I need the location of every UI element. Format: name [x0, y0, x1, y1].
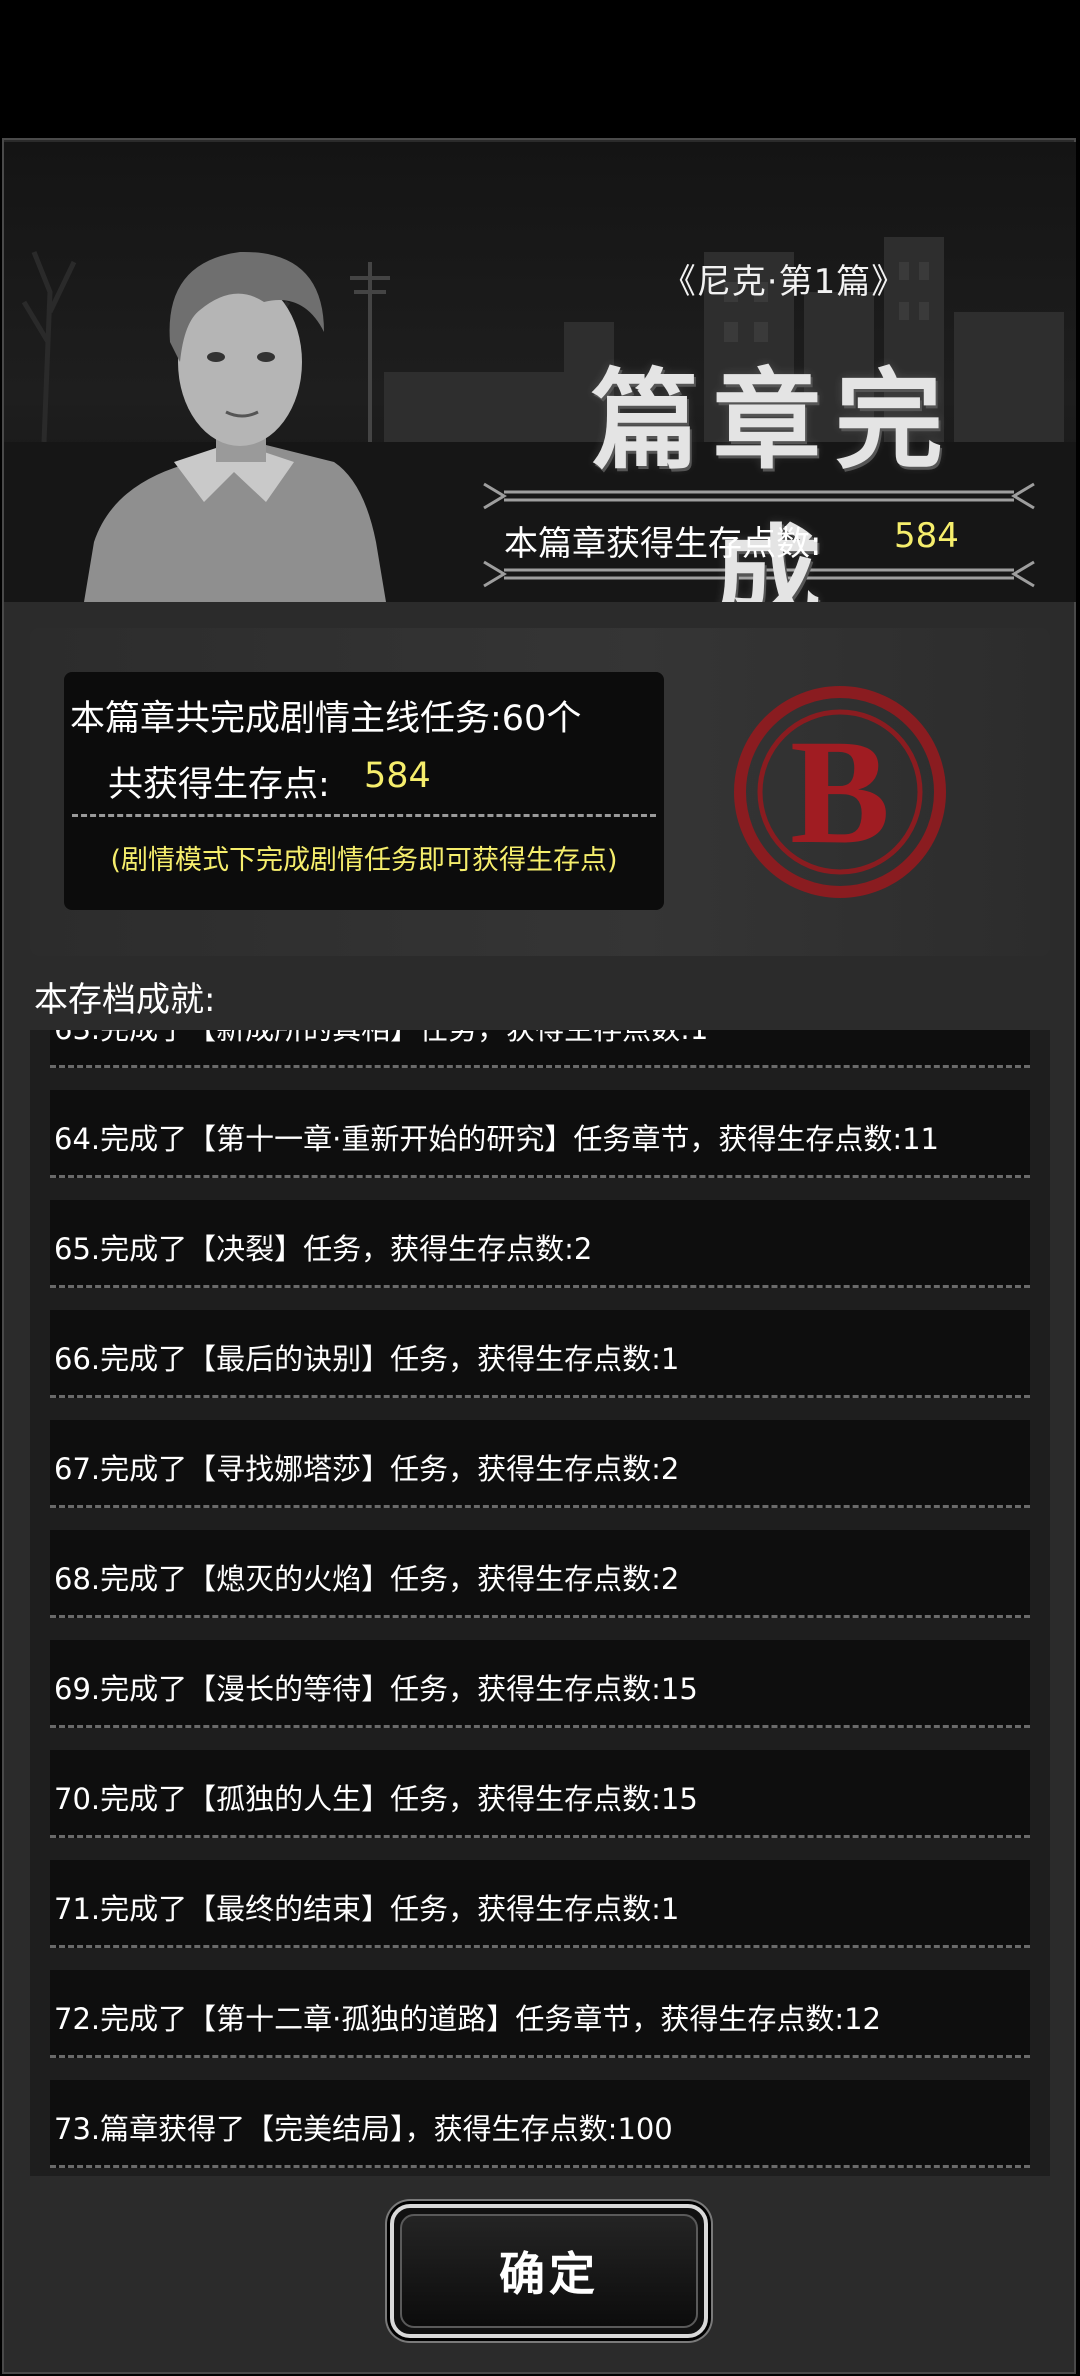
- chapter-points-row: 本篇章获得生存点数: 584: [504, 510, 964, 566]
- achievement-text: 65.完成了【决裂】任务，获得生存点数:2: [54, 1232, 593, 1266]
- summary-card: 本篇章共完成剧情主线任务:60个 共获得生存点: 584 (剧情模式下完成剧情任…: [30, 628, 1050, 956]
- mission-count-text: 本篇章共完成剧情主线任务:60个: [70, 699, 582, 739]
- list-item: 67.完成了【寻找娜塔莎】任务，获得生存点数:2: [50, 1420, 1030, 1508]
- chapter-points-value: 584: [894, 516, 959, 556]
- character-portrait: [84, 251, 386, 602]
- summary-box: 本篇章共完成剧情主线任务:60个 共获得生存点: 584 (剧情模式下完成剧情任…: [64, 672, 664, 910]
- achievement-text: 70.完成了【孤独的人生】任务，获得生存点数:15: [54, 1782, 698, 1816]
- achievement-text: 67.完成了【寻找娜塔莎】任务，获得生存点数:2: [54, 1452, 680, 1486]
- list-item: 63.完成了【新成所的真相】任务，获得生存点数:1: [50, 1030, 1030, 1068]
- total-points-label: 共获得生存点:: [108, 765, 330, 805]
- achievement-text: 69.完成了【漫长的等待】任务，获得生存点数:15: [54, 1672, 698, 1706]
- chapter-points-label: 本篇章获得生存点数:: [504, 524, 822, 564]
- dashed-divider: [72, 814, 656, 817]
- list-item: 66.完成了【最后的诀别】任务，获得生存点数:1: [50, 1310, 1030, 1398]
- list-item: 68.完成了【熄灭的火焰】任务，获得生存点数:2: [50, 1530, 1030, 1618]
- list-item: 64.完成了【第十一章·重新开始的研究】任务章节，获得生存点数:11: [50, 1090, 1030, 1178]
- achievement-text: 66.完成了【最后的诀别】任务，获得生存点数:1: [54, 1342, 680, 1376]
- chapter-complete-screen: 《尼克·第1篇》 篇章完成 本篇章获得生存点数: 584 本篇章共完成剧情主线任…: [0, 0, 1080, 2376]
- achievement-text: 64.完成了【第十一章·重新开始的研究】任务章节，获得生存点数:11: [54, 1122, 940, 1156]
- rank-stamp-icon: B: [734, 686, 946, 898]
- achievement-text: 73.篇章获得了【完美结局】，获得生存点数:100: [54, 2112, 673, 2146]
- confirm-button[interactable]: 确定: [390, 2204, 708, 2338]
- achievements-heading: 本存档成就:: [34, 980, 216, 1020]
- summary-note: (剧情模式下完成剧情任务即可获得生存点): [110, 845, 618, 876]
- list-item: 70.完成了【孤独的人生】任务，获得生存点数:15: [50, 1750, 1030, 1838]
- list-item: 65.完成了【决裂】任务，获得生存点数:2: [50, 1200, 1030, 1288]
- rank-letter: B: [790, 709, 890, 875]
- confirm-label: 确定: [499, 2247, 599, 2301]
- achievement-text: 68.完成了【熄灭的火焰】任务，获得生存点数:2: [54, 1562, 680, 1596]
- chapter-name: 《尼克·第1篇》: [661, 262, 907, 302]
- list-item: 72.完成了【第十二章·孤独的道路】任务章节，获得生存点数:12: [50, 1970, 1030, 2058]
- list-item: 73.篇章获得了【完美结局】，获得生存点数:100: [50, 2080, 1030, 2168]
- list-item: 71.完成了【最终的结束】任务，获得生存点数:1: [50, 1860, 1030, 1948]
- total-points-value: 584: [364, 756, 431, 796]
- achievement-text: 71.完成了【最终的结束】任务，获得生存点数:1: [54, 1892, 680, 1926]
- list-item: 69.完成了【漫长的等待】任务，获得生存点数:15: [50, 1640, 1030, 1728]
- achievements-list[interactable]: 63.完成了【新成所的真相】任务，获得生存点数:1 64.完成了【第十一章·重新…: [30, 1030, 1050, 2176]
- achievement-text: 72.完成了【第十二章·孤独的道路】任务章节，获得生存点数:12: [54, 2002, 882, 2036]
- achievement-text: 63.完成了【新成所的真相】任务，获得生存点数:1: [54, 1030, 708, 1048]
